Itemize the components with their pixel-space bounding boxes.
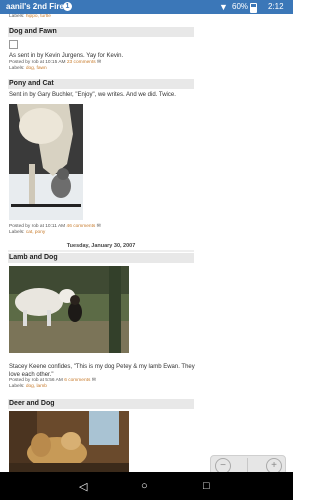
- email-icon[interactable]: ✉: [92, 378, 96, 383]
- label-link[interactable]: cat, pony: [26, 230, 45, 235]
- deer-dog-photo: [9, 411, 129, 472]
- post-title[interactable]: Dog and Fawn: [8, 27, 194, 37]
- back-icon[interactable]: ◁: [79, 480, 87, 493]
- wifi-icon: ▼: [219, 2, 228, 12]
- post-body: Stacey Keene confides, "This is my dog P…: [9, 364, 195, 378]
- comments-link[interactable]: 46 comments: [67, 224, 96, 229]
- date-header: Tuesday, January 30, 2007: [8, 243, 194, 252]
- broken-image-icon: [9, 40, 18, 49]
- battery-icon: [250, 3, 257, 13]
- post-title[interactable]: Pony and Cat: [8, 79, 194, 89]
- home-icon[interactable]: ○: [141, 480, 148, 492]
- lamb-dog-photo: [9, 266, 129, 353]
- device-name: aanil's 2nd Fire: [6, 2, 64, 11]
- post-body: Sent in by Gary Buchler, "Enjoy", we wri…: [9, 92, 176, 98]
- post-labels: Labels: hippo, turtle: [9, 14, 51, 19]
- zoom-separator: [247, 458, 248, 472]
- post-labels: Labels: cat, pony: [9, 230, 46, 235]
- email-icon[interactable]: ✉: [97, 224, 101, 229]
- battery-percent: 60%: [232, 2, 249, 11]
- status-bar: aanil's 2nd Fire 1 ▼ 60% 2:12: [0, 0, 293, 14]
- post-labels: Labels: dog, lamb: [9, 384, 47, 389]
- label-link[interactable]: dog, lamb: [26, 384, 47, 389]
- post-labels: Labels: dog, fawn: [9, 66, 47, 71]
- comments-link[interactable]: 6 comments: [64, 378, 90, 383]
- pony-cat-photo: [9, 104, 83, 220]
- comments-link[interactable]: 23 comments: [67, 60, 96, 65]
- recent-apps-icon[interactable]: □: [203, 480, 210, 492]
- label-link[interactable]: dog, fawn: [26, 66, 47, 71]
- post-body: As sent in by Kevin Jurgens. Yay for Kev…: [9, 53, 124, 59]
- label-link[interactable]: hippo, turtle: [26, 14, 51, 19]
- post-title[interactable]: Deer and Dog: [8, 399, 194, 409]
- email-icon[interactable]: ✉: [97, 60, 101, 65]
- navigation-bar: ◁ ○ □: [0, 472, 293, 500]
- notification-badge: 1: [63, 2, 72, 11]
- post-title[interactable]: Lamb and Dog: [8, 253, 194, 263]
- clock: 2:12: [268, 2, 284, 11]
- blog-page[interactable]: Labels: hippo, turtle Dog and Fawn As se…: [0, 14, 293, 472]
